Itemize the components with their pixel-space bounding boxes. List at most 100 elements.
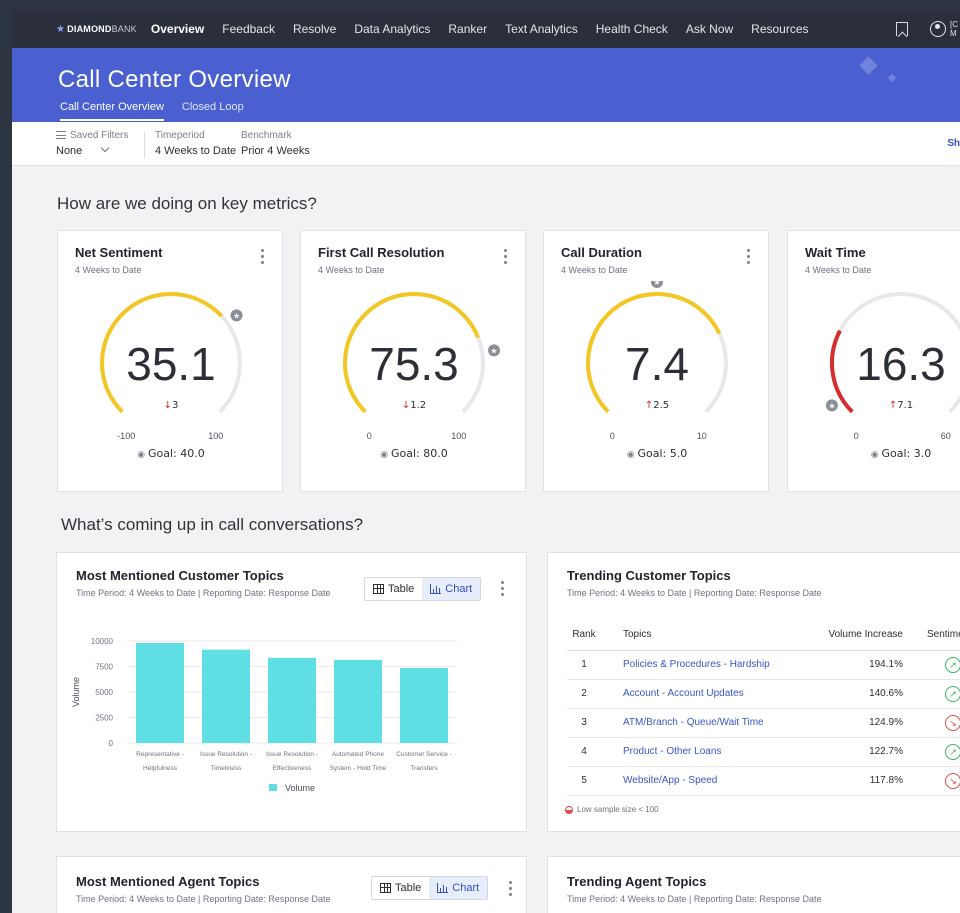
bar-2 — [268, 657, 316, 743]
brand-logo[interactable]: ★ DIAMOND BANK — [56, 24, 137, 35]
x-tick-label: Customer Service - — [396, 751, 452, 758]
gauge-max-label: 60 — [941, 431, 951, 441]
metric-value: 16.3 — [856, 338, 946, 390]
topic-link[interactable]: Website/App - Speed — [607, 766, 797, 796]
goal-star-glyph: ★ — [653, 281, 660, 287]
conversations-heading: What’s coming up in call conversations? — [61, 515, 364, 534]
chart-view-button[interactable]: Chart — [422, 578, 481, 600]
metric-card-first-call-resolution: First Call Resolution 4 Weeks to Date ★ 75.… — [300, 230, 526, 492]
metric-card-call-duration: Call Duration 4 Weeks to Date ★ 7.4 ↑2.5 0 10 ◉… — [543, 230, 769, 492]
column-header[interactable]: Topics — [607, 620, 797, 651]
chart-view-button[interactable]: Chart — [429, 877, 488, 899]
bar-1 — [202, 649, 250, 743]
table-view-button[interactable]: Table — [365, 578, 422, 600]
timeperiod-selector[interactable]: Timeperiod 4 Weeks to Date — [155, 130, 236, 157]
location-pin-icon: ◉ — [871, 450, 882, 460]
topic-link[interactable]: Account - Account Updates — [607, 679, 797, 709]
tab-closed-loop[interactable]: Closed Loop — [182, 101, 244, 121]
table-view-button[interactable]: Table — [372, 877, 429, 899]
column-header[interactable]: Rank — [567, 620, 607, 651]
metric-card-net-sentiment: Net Sentiment 4 Weeks to Date ★ 35.1 ↓3 -100 1… — [57, 230, 283, 492]
arrow-down-icon: ↓ — [164, 400, 172, 411]
nav-item-text-analytics[interactable]: Text Analytics — [505, 22, 578, 36]
column-header[interactable]: Sentimer — [916, 620, 960, 651]
x-tick-label: Automated Phone — [332, 751, 384, 758]
app-window: ★ DIAMOND BANK Overview Feedback Resolve Dat… — [12, 10, 960, 913]
trending-customer-card: Trending Customer Topics Time Period: 4 … — [547, 552, 960, 832]
table-icon — [373, 584, 384, 594]
user-name[interactable]: [C M — [950, 20, 960, 38]
topic-link[interactable]: Policies & Procedures - Hardship — [607, 650, 797, 680]
gauge-fill — [830, 329, 854, 414]
gauge-min-label: 0 — [367, 431, 372, 441]
agent-topics-card: Most Mentioned Agent Topics Time Period:… — [56, 856, 527, 913]
goal-label: ◉ Goal: 80.0 — [380, 447, 447, 460]
nav-item-data-analytics[interactable]: Data Analytics — [354, 22, 430, 36]
topic-link[interactable]: ATM/Branch - Queue/Wait Time — [607, 708, 797, 738]
low-sample-note: Low sample size < 100 — [565, 805, 659, 814]
more-options-icon[interactable] — [504, 249, 507, 267]
trending-table: Rank Topics Volume Increase Sentimer 1Po… — [567, 620, 960, 796]
x-tick-label: System - Hold Time — [330, 765, 387, 772]
customer-topics-card: Most Mentioned Customer Topics Time Peri… — [56, 552, 527, 832]
metric-period: 4 Weeks to Date — [75, 265, 142, 275]
tab-call-center-overview[interactable]: Call Center Overview — [60, 101, 164, 121]
metric-period: 4 Weeks to Date — [318, 265, 385, 275]
saved-filters-dropdown[interactable]: Saved Filters None — [56, 130, 128, 157]
rank-cell: 2 — [567, 679, 607, 709]
user-icon[interactable] — [930, 21, 946, 37]
x-tick-label: Timeliness — [211, 765, 243, 772]
nav-item-ask-now[interactable]: Ask Now — [686, 22, 733, 36]
nav-item-resources[interactable]: Resources — [751, 22, 808, 36]
bar-4 — [400, 668, 448, 743]
bookmark-icon[interactable] — [896, 22, 908, 36]
metric-title: Wait Time — [805, 245, 866, 260]
more-options-icon[interactable] — [261, 249, 264, 267]
more-options-icon[interactable] — [747, 249, 750, 267]
chart-icon — [437, 883, 449, 893]
y-tick-label: 5000 — [95, 688, 113, 697]
trending-agent-card: Trending Agent Topics Time Period: 4 Wee… — [547, 856, 960, 913]
sentiment-cell: ↗ — [916, 650, 960, 680]
metric-title: Call Duration — [561, 245, 642, 260]
nav-item-ranker[interactable]: Ranker — [448, 22, 487, 36]
column-header[interactable]: Volume Increase — [796, 620, 917, 651]
decorative-diamond — [859, 56, 878, 75]
topic-link[interactable]: Product - Other Loans — [607, 737, 797, 767]
location-pin-icon: ◉ — [627, 450, 638, 460]
logo-text-bold: DIAMOND — [67, 24, 112, 34]
table-row: 5 Website/App - Speed 117.8% ↘ — [567, 766, 960, 796]
view-toggle: Table Chart — [364, 577, 482, 601]
card-title: Trending Customer Topics — [567, 568, 731, 583]
legend-label: Volume — [285, 783, 315, 793]
more-options-icon[interactable] — [509, 881, 512, 899]
more-options-icon[interactable] — [501, 581, 504, 599]
show-link[interactable]: Sh — [947, 138, 960, 149]
goal-star-glyph: ★ — [828, 401, 835, 410]
volume-bar-chart: 0 2500 5000 7500 10000 Volume Representative -… — [71, 637, 457, 793]
metric-period: 4 Weeks to Date — [805, 265, 872, 275]
sentiment-cell: ↗ — [916, 737, 960, 767]
gauge-chart: ★ 16.3 ↑7.1 0 60 ◉ Goal: 3.0 — [825, 292, 960, 460]
sentiment-cell: ↘ — [916, 766, 960, 796]
nav-item-overview[interactable]: Overview — [151, 22, 204, 36]
y-tick-label: 0 — [109, 739, 114, 748]
table-row: 2 Account - Account Updates 140.6% ↗ — [567, 679, 960, 709]
nav-item-resolve[interactable]: Resolve — [293, 22, 336, 36]
nav-item-feedback[interactable]: Feedback — [222, 22, 275, 36]
benchmark-selector[interactable]: Benchmark Prior 4 Weeks — [241, 130, 310, 157]
rank-cell: 5 — [567, 766, 607, 796]
page-title: Call Center Overview — [58, 66, 291, 93]
card-title: Most Mentioned Agent Topics — [76, 874, 260, 889]
x-tick-label: Transfers — [410, 765, 438, 772]
view-toggle: Table Chart — [371, 876, 489, 900]
nav-item-health-check[interactable]: Health Check — [596, 22, 668, 36]
trend-down-icon: ↘ — [944, 772, 960, 789]
metric-card-wait-time: Wait Time 4 Weeks to Date ★ 16.3 ↑7.1 0 60 ◉ Go… — [787, 230, 960, 492]
trend-down-icon: ↘ — [944, 714, 960, 731]
goal-label: ◉ Goal: 40.0 — [137, 447, 204, 460]
rank-cell: 3 — [567, 708, 607, 738]
metric-change: ↓1.2 — [402, 400, 426, 411]
arrow-up-icon: ↑ — [889, 400, 897, 411]
table-icon — [380, 883, 391, 893]
